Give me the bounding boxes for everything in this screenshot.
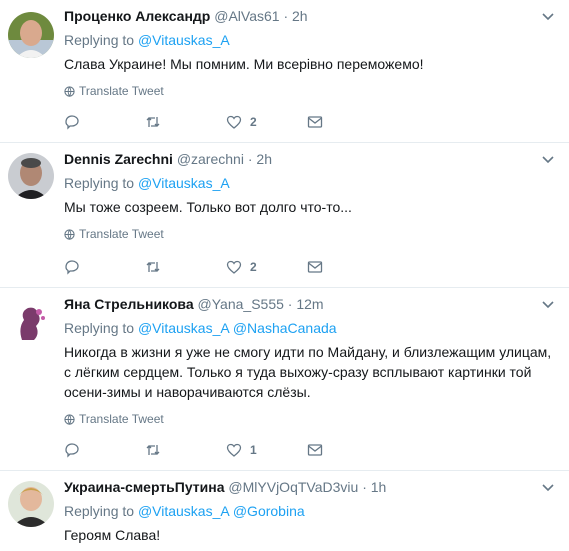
mention-link[interactable]: @Vitauskas_A [138,503,229,519]
replying-to: Replying to @Vitauskas_A [64,174,555,192]
replying-label: Replying to [64,32,135,48]
tweet[interactable]: Dennis Zarechni @zarechni · 2h Replying … [0,143,569,288]
replying-label: Replying to [64,503,135,519]
tweet[interactable]: Яна Стрельникова @Yana_S555 · 12m Replyi… [0,288,569,471]
author-handle[interactable]: @MlYVjOqTVaD3viu [228,479,358,495]
reply-button[interactable] [64,442,145,458]
separator-dot: · [362,479,367,495]
like-icon [226,260,242,274]
translate-tweet[interactable]: Translate Tweet [64,84,555,98]
tweet-text: Слава Украине! Мы помним. Ми всерівно пе… [64,56,424,72]
like-button[interactable]: 2 [226,114,307,130]
timestamp[interactable]: 2h [256,151,272,167]
retweet-button[interactable] [145,442,226,458]
retweet-icon [146,262,160,272]
retweet-icon [146,445,160,455]
replying-to: Replying to @Vitauskas_A @Gorobina [64,502,555,520]
timestamp[interactable]: 12m [296,296,323,312]
mention-link[interactable]: @Gorobina [233,503,305,519]
tweet[interactable]: Проценко Александр @AlVas61 · 2h Replyin… [0,0,569,143]
tweet[interactable]: Украина-смертьПутина @MlYVjOqTVaD3viu · … [0,471,569,551]
author-name[interactable]: Яна Стрельникова [64,296,194,312]
direct-message-icon [307,116,323,128]
translate-tweet[interactable]: Translate Tweet [64,412,555,426]
direct-message-button[interactable] [307,114,388,130]
tweet-text: Мы тоже созреем. Только вот долго что-то… [64,199,352,215]
avatar[interactable] [8,481,54,527]
chevron-down-icon[interactable] [541,297,555,311]
author-handle[interactable]: @AlVas61 [214,8,279,24]
direct-message-button[interactable] [307,259,388,275]
retweet-button[interactable] [145,114,226,130]
translate-tweet[interactable]: Translate Tweet [64,227,555,241]
translate-label[interactable]: Translate Tweet [79,412,164,426]
globe-icon [64,85,75,97]
replying-to: Replying to @Vitauskas_A @NashaCanada [64,319,555,337]
author-handle[interactable]: @Yana_S555 [198,296,284,312]
replying-to: Replying to @Vitauskas_A [64,31,555,49]
like-icon [226,443,242,457]
translate-label[interactable]: Translate Tweet [79,84,164,98]
author-name[interactable]: Dennis Zarechni [64,151,173,167]
separator-dot: · [283,8,289,24]
reply-icon [65,260,79,275]
mention-link[interactable]: @NashaCanada [233,320,337,336]
retweet-button[interactable] [145,259,226,275]
author-name[interactable]: Проценко Александр [64,8,210,24]
like-icon [226,115,242,129]
direct-message-icon [307,261,323,273]
reply-button[interactable] [64,114,145,130]
globe-icon [64,228,75,240]
like-count: 2 [250,115,257,129]
chevron-down-icon[interactable] [541,480,555,494]
direct-message-button[interactable] [307,442,388,458]
avatar[interactable] [8,12,54,58]
like-count: 2 [250,260,257,274]
tweet-text: Никогда в жизни я уже не смогу идти по М… [64,344,552,400]
reply-icon [65,443,79,458]
like-button[interactable]: 2 [226,259,307,275]
mention-link[interactable]: @Vitauskas_A [138,32,230,48]
avatar[interactable] [8,298,54,344]
translate-label[interactable]: Translate Tweet [79,227,164,241]
retweet-icon [146,117,160,127]
chevron-down-icon[interactable] [541,152,555,166]
separator-dot: · [287,296,293,312]
reply-icon [65,115,79,130]
tweet-text: Героям Слава! [64,527,161,543]
replying-label: Replying to [64,175,135,191]
direct-message-icon [307,444,323,456]
separator-dot: · [247,151,253,167]
timestamp[interactable]: 2h [292,8,308,24]
mention-link[interactable]: @Vitauskas_A [138,175,230,191]
timestamp[interactable]: 1h [371,479,387,495]
author-handle[interactable]: @zarechni [177,151,244,167]
replying-label: Replying to [64,320,135,336]
globe-icon [64,413,75,425]
author-name[interactable]: Украина-смертьПутина [64,479,225,495]
chevron-down-icon[interactable] [541,9,555,23]
reply-button[interactable] [64,259,145,275]
mention-link[interactable]: @Vitauskas_A [138,320,229,336]
like-count: 1 [250,443,257,457]
like-button[interactable]: 1 [226,442,307,458]
avatar[interactable] [8,153,54,199]
